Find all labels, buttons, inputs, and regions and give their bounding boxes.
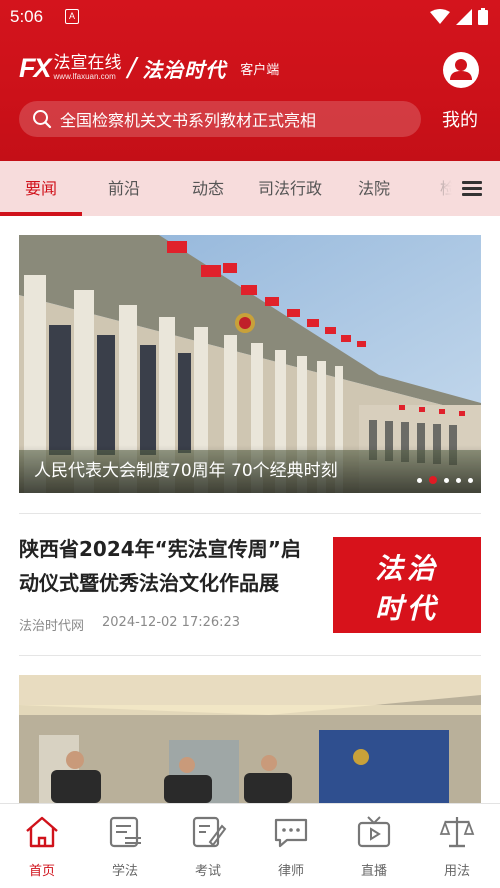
hero-caption: 人民代表大会制度70周年 70个经典时刻 — [34, 461, 338, 481]
search-bar[interactable]: 全国检察机关文书系列教材正式亮相 — [19, 101, 421, 137]
fx-logo-mark: FX — [19, 53, 51, 83]
carousel-dot[interactable] — [468, 477, 473, 483]
nav-home[interactable]: 首页 — [0, 804, 84, 888]
brand-client-label: 客户端 — [240, 62, 280, 78]
carousel-dot[interactable] — [456, 477, 461, 483]
status-icons — [430, 8, 488, 25]
nav-live[interactable]: 直播 — [332, 804, 416, 888]
meeting-photo — [19, 675, 481, 803]
active-tab-indicator — [0, 212, 82, 216]
status-time: 5:06 — [10, 7, 44, 26]
header: 5:06 A FX 法宣在线 www.lfaxuan.com / 法治时代 客户… — [0, 0, 500, 161]
nav-study[interactable]: 学法 — [83, 804, 167, 888]
carousel-dot[interactable] — [417, 477, 422, 483]
article-title[interactable]: 陕西省2024年“宪法宣传周”启动仪式暨优秀法治文化作品展 — [19, 532, 319, 600]
user-avatar-button[interactable] — [443, 52, 479, 88]
nav-label: 学法 — [111, 864, 138, 879]
tab-yaowen[interactable]: 要闻 — [25, 161, 57, 216]
nav-label: 直播 — [360, 864, 387, 879]
nav-lawyer[interactable]: 律师 — [249, 804, 333, 888]
live-tv-icon — [357, 816, 391, 848]
article-source: 法治时代网 — [19, 619, 85, 634]
wifi-icon — [430, 8, 450, 24]
brand-era: 法治时代 — [142, 57, 227, 82]
home-icon — [26, 816, 58, 848]
thumb-text-line2: 时代 — [375, 592, 440, 625]
divider — [19, 513, 481, 514]
nav-label: 律师 — [277, 864, 304, 879]
carousel-dot[interactable] — [444, 477, 449, 483]
search-icon — [33, 110, 52, 129]
tab-dongtai[interactable]: 动态 — [192, 161, 224, 216]
brand-logo: FX 法宣在线 www.lfaxuan.com / 法治时代 客户端 — [19, 53, 279, 83]
status-bar: 5:06 A — [0, 0, 500, 34]
study-icon — [109, 816, 141, 848]
tab-sifa-xingzheng[interactable]: 司法行政 — [258, 161, 322, 216]
hero-banner[interactable]: 人民代表大会制度70周年 70个经典时刻 — [19, 235, 481, 493]
notification-icon: A — [65, 9, 79, 24]
user-icon — [450, 59, 472, 80]
tabs-fade — [420, 161, 460, 216]
nav-label: 考试 — [194, 864, 221, 879]
tab-qianyan[interactable]: 前沿 — [108, 161, 140, 216]
bottom-navigation: 首页 学法 考试 律师 直播 用法 — [0, 803, 500, 888]
menu-icon[interactable] — [462, 181, 482, 197]
carousel-dots — [417, 476, 473, 484]
tab-fayuan[interactable]: 法院 — [358, 161, 390, 216]
exam-icon — [192, 816, 227, 848]
nav-label: 用法 — [443, 864, 470, 879]
search-placeholder: 全国检察机关文书系列教材正式亮相 — [60, 111, 317, 130]
brand-name: 法宣在线 — [53, 53, 122, 73]
divider — [19, 655, 481, 656]
brand-url: www.lfaxuan.com — [53, 72, 116, 81]
scales-icon — [439, 817, 475, 848]
news-photo[interactable] — [19, 675, 481, 803]
app-screen: 5:06 A FX 法宣在线 www.lfaxuan.com / 法治时代 客户… — [0, 0, 500, 888]
article-thumbnail[interactable]: 法治 时代 — [333, 537, 481, 633]
signal-icon — [456, 8, 472, 25]
carousel-dot-active[interactable] — [429, 476, 437, 484]
mine-label[interactable]: 我的 — [442, 106, 478, 132]
article-date: 2024-12-02 17:26:23 — [102, 615, 241, 630]
battery-icon — [478, 8, 488, 25]
nav-label: 首页 — [28, 864, 55, 879]
thumb-text-line1: 法治 — [375, 552, 440, 585]
nav-apply-law[interactable]: 用法 — [415, 804, 499, 888]
nav-exam[interactable]: 考试 — [166, 804, 250, 888]
brand-separator: / — [127, 53, 137, 83]
lawyer-chat-icon — [274, 818, 308, 848]
